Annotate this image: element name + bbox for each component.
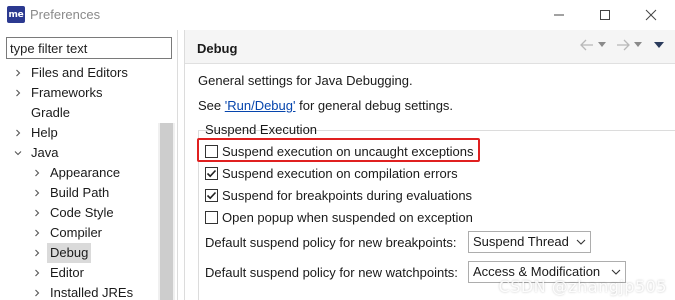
tree-item-build-path[interactable]: Build Path xyxy=(0,183,160,203)
checkbox-label: Suspend for breakpoints during evaluatio… xyxy=(222,187,473,203)
tree-scrollbar[interactable] xyxy=(158,123,175,300)
tree-item-installed-jres[interactable]: Installed JREs xyxy=(0,283,160,300)
close-icon xyxy=(645,9,657,21)
red-highlight-annotation xyxy=(197,138,480,162)
tree-item-label: Installed JREs xyxy=(50,285,134,300)
watchpoint-policy-label: Default suspend policy for new watchpoin… xyxy=(205,260,458,284)
policy-label: Default suspend policy for new breakpoin… xyxy=(205,234,457,250)
tree-item-label: Files and Editors xyxy=(31,65,128,80)
chevron-right-icon[interactable] xyxy=(31,183,43,203)
policy-label: Default suspend policy for new watchpoin… xyxy=(205,264,458,280)
forward-arrow-icon[interactable] xyxy=(616,39,630,51)
dropdown-icon[interactable] xyxy=(634,42,642,48)
watermark: CSDN @zhangjp505 xyxy=(498,277,667,296)
run-debug-link[interactable]: 'Run/Debug' xyxy=(225,98,296,113)
page-title: Debug xyxy=(197,41,238,56)
minimize-button[interactable] xyxy=(536,0,582,30)
checkbox-box[interactable] xyxy=(205,166,218,180)
scrollbar-thumb[interactable] xyxy=(160,123,173,300)
suspend-compilation-errors-checkbox[interactable]: Suspend execution on compilation errors xyxy=(205,164,458,182)
preferences-tree: Files and Editors Frameworks Gradle Help… xyxy=(0,63,160,300)
filter-input[interactable] xyxy=(6,37,172,59)
group-label: Suspend Execution xyxy=(205,122,318,137)
tree-item-label: Help xyxy=(31,125,58,140)
chevron-down-icon[interactable] xyxy=(12,143,24,163)
tree-item-gradle[interactable]: Gradle xyxy=(0,103,160,123)
page-navigation xyxy=(580,39,664,51)
chevron-right-icon[interactable] xyxy=(12,63,24,83)
dropdown-icon[interactable] xyxy=(598,42,606,48)
view-menu-icon[interactable] xyxy=(654,41,664,49)
see-also-text: See 'Run/Debug' for general debug settin… xyxy=(198,98,453,113)
chevron-right-icon[interactable] xyxy=(31,243,43,263)
see-suffix: for general debug settings. xyxy=(295,98,454,113)
window-title: Preferences xyxy=(30,7,101,22)
chevron-right-icon[interactable] xyxy=(31,263,43,283)
tree-item-appearance[interactable]: Appearance xyxy=(0,163,160,183)
tree-item-label: Compiler xyxy=(50,225,103,240)
tree-item-label: Frameworks xyxy=(31,85,103,100)
chevron-right-icon[interactable] xyxy=(12,123,24,143)
see-prefix: See xyxy=(198,98,225,113)
check-mark-icon xyxy=(206,169,217,177)
page-header: Debug xyxy=(185,30,675,64)
tree-item-label: Gradle xyxy=(31,105,71,120)
tree-item-help[interactable]: Help xyxy=(0,123,160,143)
close-button[interactable] xyxy=(628,0,674,30)
tree-item-label: Build Path xyxy=(50,185,110,200)
tree-item-label: Java xyxy=(31,145,59,160)
chevron-right-icon[interactable] xyxy=(12,83,24,103)
select-value: Suspend Thread xyxy=(473,234,569,249)
page-description: General settings for Java Debugging. xyxy=(198,73,413,88)
checkbox-label: Suspend execution on compilation errors xyxy=(222,165,458,181)
maximize-button[interactable] xyxy=(582,0,628,30)
tree-item-label: Editor xyxy=(50,265,84,280)
tree-item-label: Debug xyxy=(47,243,92,263)
maximize-icon xyxy=(600,10,610,20)
preferences-tree-pane: Files and Editors Frameworks Gradle Help… xyxy=(0,30,178,300)
minimize-icon xyxy=(554,14,564,16)
preference-page: Debug General settings for Java Debuggin… xyxy=(184,30,675,300)
tree-item-label: Code Style xyxy=(50,205,114,220)
tree-item-label: Appearance xyxy=(50,165,121,180)
tree-item-frameworks[interactable]: Frameworks xyxy=(0,83,160,103)
checkbox-label: Open popup when suspended on exception xyxy=(222,209,473,225)
tree-item-files-and-editors[interactable]: Files and Editors xyxy=(0,63,160,83)
check-mark-icon xyxy=(206,191,217,199)
tree-item-debug[interactable]: Debug xyxy=(0,243,160,263)
breakpoint-policy-select[interactable]: Suspend Thread xyxy=(468,231,591,253)
title-bar: me Preferences xyxy=(0,0,675,30)
tree-item-compiler[interactable]: Compiler xyxy=(0,223,160,243)
app-logo-icon: me xyxy=(7,6,25,23)
tree-item-code-style[interactable]: Code Style xyxy=(0,203,160,223)
checkbox-box[interactable] xyxy=(205,210,218,224)
chevron-down-icon xyxy=(576,232,586,252)
chevron-right-icon[interactable] xyxy=(31,283,43,300)
chevron-right-icon[interactable] xyxy=(31,163,43,183)
breakpoint-policy-label: Default suspend policy for new breakpoin… xyxy=(205,230,456,254)
back-arrow-icon[interactable] xyxy=(580,39,594,51)
chevron-right-icon[interactable] xyxy=(31,203,43,223)
suspend-breakpoints-evaluations-checkbox[interactable]: Suspend for breakpoints during evaluatio… xyxy=(205,186,472,204)
tree-item-java[interactable]: Java xyxy=(0,143,160,163)
tree-item-editor[interactable]: Editor xyxy=(0,263,160,283)
checkbox-box[interactable] xyxy=(205,188,218,202)
chevron-right-icon[interactable] xyxy=(31,223,43,243)
open-popup-on-exception-checkbox[interactable]: Open popup when suspended on exception xyxy=(205,208,473,226)
